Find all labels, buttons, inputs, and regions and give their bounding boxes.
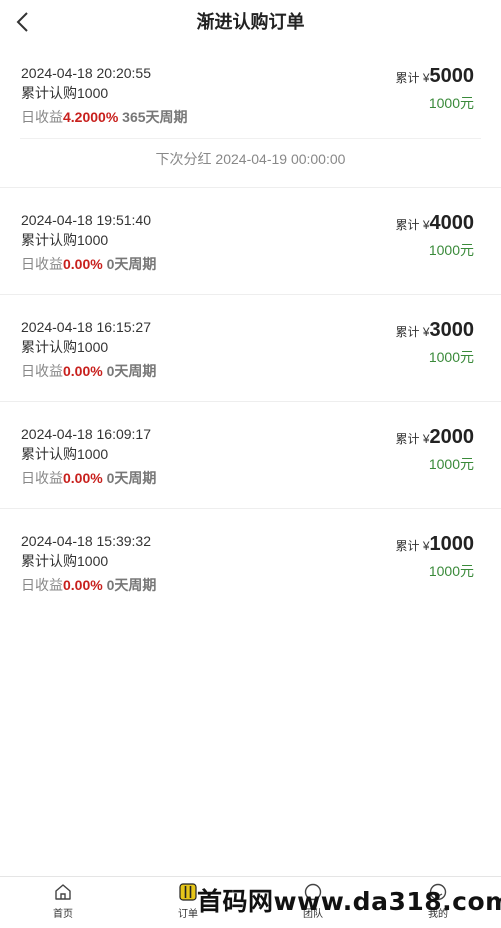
order-info: 2024-04-18 15:39:32 累计认购1000 日收益0.00% 0天… xyxy=(21,531,156,595)
order-info: 2024-04-18 19:51:40 累计认购1000 日收益0.00% 0天… xyxy=(21,210,156,274)
order-yield: 日收益0.00% 0天周期 xyxy=(21,254,156,274)
watermark: 首码网www.da318.com xyxy=(197,887,501,916)
yield-label: 日收益 xyxy=(21,577,63,593)
order-time: 2024-04-18 16:09:17 xyxy=(21,426,151,442)
total-amount: 4000 xyxy=(429,212,475,234)
order-info: 2024-04-18 20:20:55 累计认购1000 日收益4.2000% … xyxy=(21,63,188,127)
order-price: 1000元 xyxy=(428,95,474,111)
order-yield: 日收益0.00% 0天周期 xyxy=(21,361,156,381)
total-amount: 1000 xyxy=(429,533,475,555)
order-card[interactable]: 2024-04-18 19:51:40 累计认购1000 日收益0.00% 0天… xyxy=(0,188,501,295)
order-amounts: 累计 ¥4000 1000元 xyxy=(395,210,474,260)
order-yield: 日收益0.00% 0天周期 xyxy=(21,468,156,488)
next-dividend: 下次分红 2024-04-19 00:00:00 xyxy=(155,151,346,167)
order-time: 2024-04-18 19:51:40 xyxy=(21,212,151,228)
order-total: 累计 ¥3000 xyxy=(395,317,474,345)
cycle-days: 0天周期 xyxy=(106,470,157,486)
order-card[interactable]: 2024-04-18 16:09:17 累计认购1000 日收益0.00% 0天… xyxy=(0,402,501,509)
yield-rate: 0.00% xyxy=(63,577,103,593)
order-subscribed: 累计认购1000 xyxy=(21,446,109,462)
divider xyxy=(20,138,481,139)
total-amount: 2000 xyxy=(429,426,475,448)
order-time: 2024-04-18 20:20:55 xyxy=(21,65,151,81)
tab-home[interactable]: 首页 xyxy=(13,877,113,928)
total-amount: 5000 xyxy=(429,65,475,87)
order-info: 2024-04-18 16:09:17 累计认购1000 日收益0.00% 0天… xyxy=(21,424,156,488)
orders-icon xyxy=(179,883,197,901)
cycle-days: 0天周期 xyxy=(106,577,157,593)
order-card[interactable]: 2024-04-18 15:39:32 累计认购1000 日收益0.00% 0天… xyxy=(0,509,501,615)
order-amounts: 累计 ¥3000 1000元 xyxy=(395,317,474,367)
yield-rate: 0.00% xyxy=(63,256,103,272)
yield-rate: 0.00% xyxy=(63,363,103,379)
order-time: 2024-04-18 16:15:27 xyxy=(21,319,151,335)
total-label: 累计 ¥ xyxy=(395,71,430,85)
yield-label: 日收益 xyxy=(21,109,63,125)
yield-label: 日收益 xyxy=(21,256,63,272)
order-amounts: 累计 ¥2000 1000元 xyxy=(395,424,474,474)
order-amounts: 累计 ¥5000 1000元 xyxy=(395,63,474,113)
order-info: 2024-04-18 16:15:27 累计认购1000 日收益0.00% 0天… xyxy=(21,317,156,381)
order-price: 1000元 xyxy=(428,456,474,472)
order-total: 累计 ¥2000 xyxy=(395,424,474,452)
order-yield: 日收益4.2000% 365天周期 xyxy=(21,107,188,127)
order-subscribed: 累计认购1000 xyxy=(21,339,109,355)
total-label: 累计 ¥ xyxy=(395,325,430,339)
order-amounts: 累计 ¥1000 1000元 xyxy=(395,531,474,581)
order-time: 2024-04-18 15:39:32 xyxy=(21,533,151,549)
cycle-days: 0天周期 xyxy=(106,363,157,379)
yield-label: 日收益 xyxy=(21,363,63,379)
total-amount: 3000 xyxy=(429,319,475,341)
top-bar: 渐进认购订单 xyxy=(0,0,501,45)
total-label: 累计 ¥ xyxy=(395,432,430,446)
order-card[interactable]: 2024-04-18 16:15:27 累计认购1000 日收益0.00% 0天… xyxy=(0,295,501,402)
cycle-days: 365天周期 xyxy=(122,109,188,125)
cycle-days: 0天周期 xyxy=(106,256,157,272)
order-price: 1000元 xyxy=(428,242,474,258)
order-subscribed: 累计认购1000 xyxy=(21,232,109,248)
order-price: 1000元 xyxy=(428,563,474,579)
total-label: 累计 ¥ xyxy=(395,218,430,232)
home-icon xyxy=(55,884,71,900)
page-title: 渐进认购订单 xyxy=(196,12,305,32)
total-label: 累计 ¥ xyxy=(395,539,430,553)
yield-label: 日收益 xyxy=(21,470,63,486)
order-total: 累计 ¥4000 xyxy=(395,210,474,238)
order-price: 1000元 xyxy=(428,349,474,365)
yield-rate: 0.00% xyxy=(63,470,103,486)
order-subscribed: 累计认购1000 xyxy=(21,553,109,569)
order-list: 2024-04-18 20:20:55 累计认购1000 日收益4.2000% … xyxy=(0,44,501,615)
tab-home-label: 首页 xyxy=(53,909,73,920)
order-subscribed: 累计认购1000 xyxy=(21,85,109,101)
order-total: 累计 ¥1000 xyxy=(395,531,474,559)
order-total: 累计 ¥5000 xyxy=(395,63,474,91)
yield-rate: 4.2000% xyxy=(63,109,119,125)
order-yield: 日收益0.00% 0天周期 xyxy=(21,575,156,595)
order-card[interactable]: 2024-04-18 20:20:55 累计认购1000 日收益4.2000% … xyxy=(0,44,501,188)
